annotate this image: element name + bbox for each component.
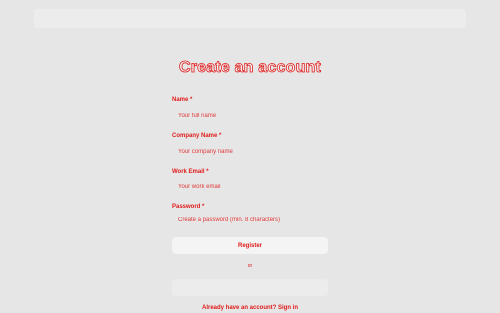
signin-link[interactable]: Sign in: [278, 305, 298, 311]
page-title: Create an account: [178, 59, 322, 77]
alternative-signup-button[interactable]: [172, 279, 328, 296]
company-name-label: Company Name *: [172, 133, 222, 139]
password-label: Password *: [172, 204, 205, 210]
signup-page: Create an account Name * Company Name * …: [0, 0, 500, 313]
company-name-field[interactable]: [172, 144, 328, 159]
work-email-field[interactable]: [172, 179, 328, 194]
name-label: Name *: [172, 97, 193, 103]
work-email-label: Work Email *: [172, 169, 209, 175]
password-field[interactable]: [172, 212, 328, 227]
or-divider: or: [247, 263, 253, 269]
top-bar: [34, 9, 466, 28]
signin-prompt-text: Already have an account?: [201, 305, 277, 311]
register-button[interactable]: Register: [172, 237, 328, 254]
signin-prompt: Already have an account? Sign in: [0, 305, 500, 311]
name-field[interactable]: [172, 108, 328, 123]
